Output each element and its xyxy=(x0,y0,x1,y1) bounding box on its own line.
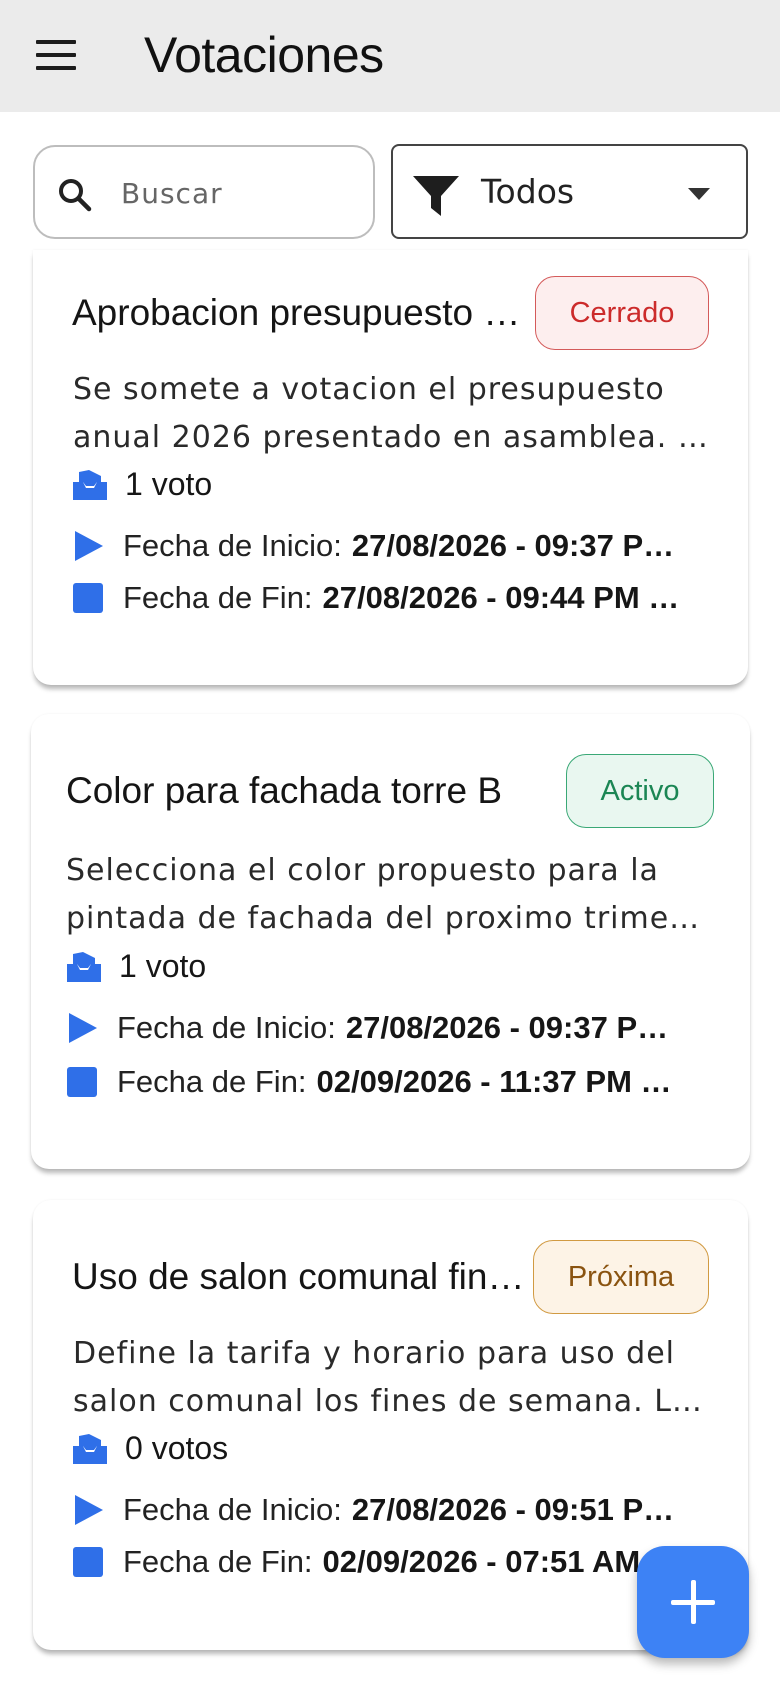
start-date-row: Fecha de Inicio: 27/08/2026 - 09:51 P… xyxy=(71,1492,711,1528)
app-bar: Votaciones xyxy=(0,0,780,112)
end-date-label: Fecha de Fin: xyxy=(123,580,313,615)
vote-card-description: Selecciona el color propuesto para la pi… xyxy=(66,847,706,943)
vote-count-text: 1 voto xyxy=(125,466,213,502)
add-vote-button[interactable] xyxy=(637,1546,749,1658)
vote-card-title: Uso de salon comunal fin… xyxy=(72,1256,525,1297)
vote-card-title: Aprobacion presupuesto … xyxy=(72,292,521,333)
end-date-row: Fecha de Fin: 02/09/2026 - 07:51 AM xyxy=(71,1544,711,1580)
hamburger-menu-icon[interactable] xyxy=(36,40,76,70)
status-filter-dropdown[interactable]: Todos xyxy=(391,144,748,239)
vote-card-description: Define la tarifa y horario para uso del … xyxy=(73,1330,713,1426)
search-input[interactable] xyxy=(121,167,361,219)
chevron-down-icon xyxy=(688,188,710,200)
start-date-row: Fecha de Inicio: 27/08/2026 - 09:37 P… xyxy=(65,1010,715,1046)
end-date-value: 02/09/2026 - 07:51 AM xyxy=(322,1544,641,1579)
vote-card[interactable]: Aprobacion presupuesto … Cerrado Se some… xyxy=(33,250,748,685)
end-date-value: 27/08/2026 - 09:44 PM … xyxy=(322,580,680,615)
vote-card[interactable]: Color para fachada torre B Activo Selecc… xyxy=(31,714,750,1169)
search-icon xyxy=(59,179,92,212)
vote-count-text: 1 voto xyxy=(119,948,207,984)
vote-count-text: 0 votos xyxy=(125,1430,229,1466)
start-date-label: Fecha de Inicio: xyxy=(123,1492,342,1527)
end-date-label: Fecha de Fin: xyxy=(117,1064,307,1099)
filter-icon xyxy=(413,176,459,216)
description-line: Selecciona el color propuesto para la xyxy=(66,853,659,888)
start-date-label: Fecha de Inicio: xyxy=(123,528,342,563)
stop-icon xyxy=(73,1547,103,1577)
start-date-value: 27/08/2026 - 09:51 P… xyxy=(351,1492,675,1527)
stop-icon xyxy=(67,1067,97,1097)
vote-count: 1 voto xyxy=(71,466,212,503)
status-badge: Próxima xyxy=(533,1240,709,1314)
vote-count: 0 votos xyxy=(71,1430,228,1467)
end-date-label: Fecha de Fin: xyxy=(123,1544,313,1579)
end-date-row: Fecha de Fin: 02/09/2026 - 11:37 PM … xyxy=(65,1064,715,1100)
start-date-value: 27/08/2026 - 09:37 P… xyxy=(351,528,675,563)
end-date-row: Fecha de Fin: 27/08/2026 - 09:44 PM … xyxy=(71,580,711,616)
vote-card-description: Se somete a votacion el presupuesto anua… xyxy=(73,366,713,462)
description-line: pintada de fachada del proximo trime… xyxy=(66,901,701,936)
status-badge: Cerrado xyxy=(535,276,709,350)
vote-card-title: Color para fachada torre B xyxy=(66,770,503,811)
description-line: Define la tarifa y horario para uso del xyxy=(73,1336,675,1371)
start-date-row: Fecha de Inicio: 27/08/2026 - 09:37 P… xyxy=(71,528,711,564)
description-line: Se somete a votacion el presupuesto xyxy=(73,372,665,407)
status-badge: Activo xyxy=(566,754,714,828)
filter-selected-value: Todos xyxy=(481,172,575,211)
description-line: anual 2026 presentado en asamblea. … xyxy=(73,420,709,455)
page-title: Votaciones xyxy=(144,27,384,83)
vote-count: 1 voto xyxy=(65,948,206,985)
stop-icon xyxy=(73,583,103,613)
start-date-value: 27/08/2026 - 09:37 P… xyxy=(345,1010,669,1045)
start-date-label: Fecha de Inicio: xyxy=(117,1010,336,1045)
ballot-box-icon xyxy=(67,951,101,982)
ballot-box-icon xyxy=(73,1433,107,1464)
description-line: salon comunal los fines de semana. La… xyxy=(73,1384,713,1419)
end-date-value: 02/09/2026 - 11:37 PM … xyxy=(316,1064,672,1099)
ballot-box-icon xyxy=(73,469,107,500)
play-icon xyxy=(75,531,103,561)
play-icon xyxy=(75,1495,103,1525)
play-icon xyxy=(69,1013,97,1043)
search-box[interactable] xyxy=(33,145,375,239)
